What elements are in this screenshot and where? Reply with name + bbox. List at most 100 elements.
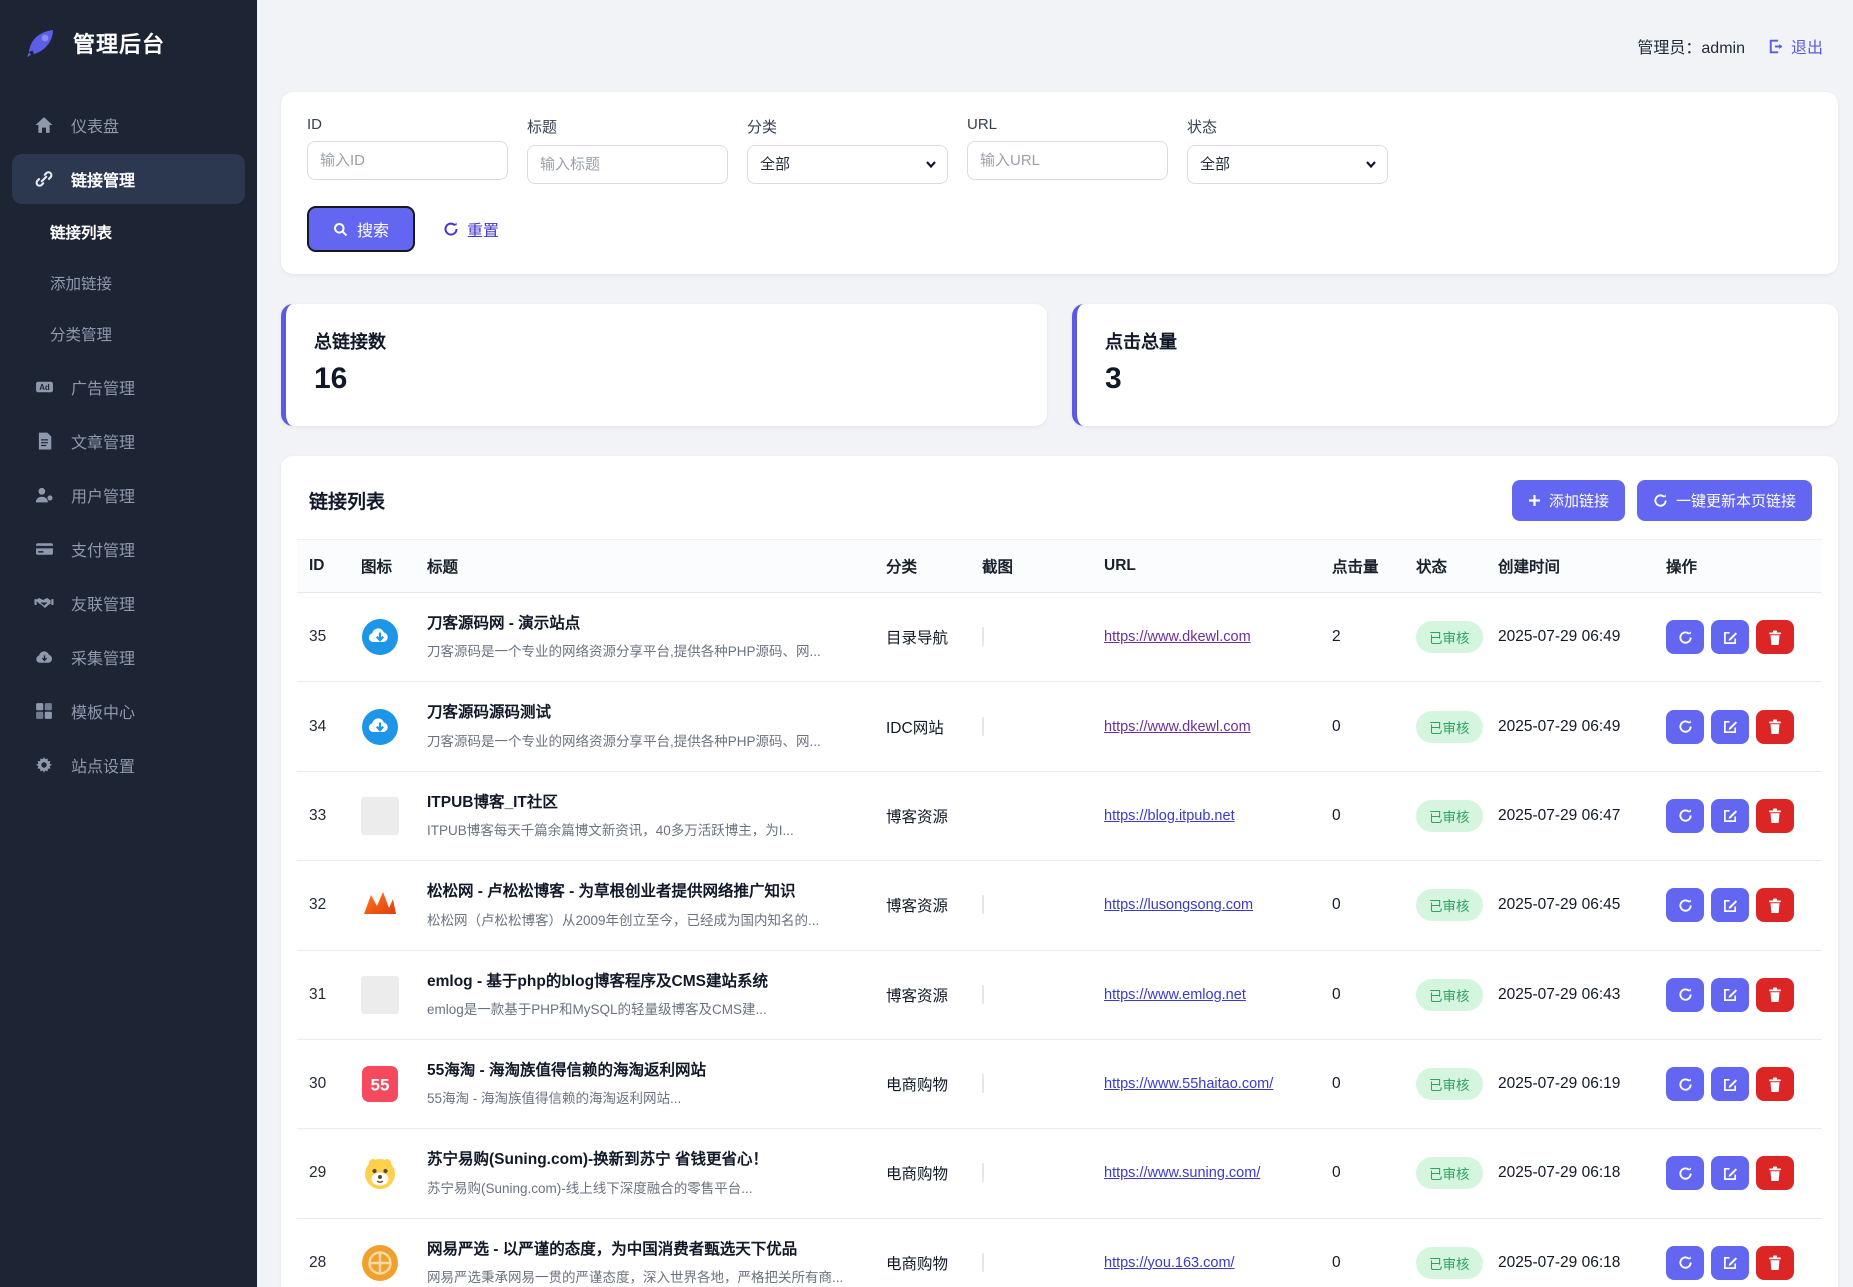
status-badge: 已审核 (1416, 711, 1483, 743)
column-header: 截图 (982, 540, 1104, 592)
row-edit-button[interactable] (1711, 888, 1749, 922)
table-row: 30 55 55海淘 - 海淘族值得信赖的海淘返利网站 55海淘 - 海淘族值得… (297, 1040, 1822, 1129)
category-select[interactable]: 全部 (747, 145, 948, 184)
row-delete-button[interactable] (1756, 710, 1794, 744)
status-select[interactable]: 全部 (1187, 145, 1388, 184)
row-url-link[interactable]: https://www.emlog.net (1104, 987, 1246, 1003)
sidebar-item-site-settings[interactable]: 站点设置 (12, 740, 245, 790)
row-url-link[interactable]: https://www.55haitao.com/ (1104, 1076, 1273, 1092)
home-icon (34, 115, 54, 135)
row-created-time: 2025-07-29 06:18 (1498, 1143, 1666, 1203)
row-url-link[interactable]: https://you.163.com/ (1104, 1255, 1235, 1271)
row-refresh-button[interactable] (1666, 1246, 1704, 1280)
sidebar-subitem-category-management[interactable]: 分类管理 (12, 310, 245, 358)
sidebar-item-ad-management[interactable]: Ad 广告管理 (12, 362, 245, 412)
sidebar-item-friendlink-management[interactable]: 友联管理 (12, 578, 245, 628)
payment-icon (34, 539, 54, 559)
sidebar-item-link-management[interactable]: 链接管理 (12, 154, 245, 204)
yanxuan-icon (361, 1244, 399, 1282)
search-button[interactable]: 搜索 (307, 206, 415, 252)
row-edit-button[interactable] (1711, 1067, 1749, 1101)
status-badge: 已审核 (1416, 1247, 1483, 1279)
row-title: 55海淘 - 海淘族值得信赖的海淘返利网站 (427, 1061, 886, 1080)
row-clicks: 0 (1332, 697, 1416, 757)
row-screenshot (982, 1074, 984, 1093)
row-url-link[interactable]: https://www.dkewl.com (1104, 629, 1251, 645)
logout-button[interactable]: 退出 (1767, 34, 1823, 58)
row-delete-button[interactable] (1756, 620, 1794, 654)
row-delete-button[interactable] (1756, 978, 1794, 1012)
row-clicks: 0 (1332, 965, 1416, 1025)
row-edit-button[interactable] (1711, 978, 1749, 1012)
sidebar-subitem-add-link[interactable]: 添加链接 (12, 259, 245, 307)
table-title: 链接列表 (309, 487, 385, 514)
row-edit-button[interactable] (1711, 620, 1749, 654)
column-header: 标题 (427, 540, 886, 592)
row-delete-button[interactable] (1756, 799, 1794, 833)
main-area: 管理员：admin 退出 ID 标题 (257, 0, 1853, 1287)
row-edit-button[interactable] (1711, 1246, 1749, 1280)
sidebar-nav: 仪表盘 链接管理 链接列表 添加链接 分类管理 Ad 广告管理 文章管理 用户管… (0, 100, 257, 790)
add-link-button[interactable]: 添加链接 (1512, 480, 1625, 521)
row-delete-button[interactable] (1756, 888, 1794, 922)
app-logo: 管理后台 (0, 0, 257, 82)
table-header-row: ID图标标题分类截图URL点击量状态创建时间操作 (297, 539, 1822, 593)
article-icon (34, 431, 54, 451)
sidebar-item-dashboard[interactable]: 仪表盘 (12, 100, 245, 150)
url-input[interactable] (967, 141, 1168, 180)
row-created-time: 2025-07-29 06:43 (1498, 965, 1666, 1025)
row-url-link[interactable]: https://www.dkewl.com (1104, 719, 1251, 735)
row-refresh-button[interactable] (1666, 1156, 1704, 1190)
row-clicks: 0 (1332, 1233, 1416, 1287)
row-edit-button[interactable] (1711, 799, 1749, 833)
haitao55-icon: 55 (361, 1065, 399, 1103)
row-refresh-button[interactable] (1666, 1067, 1704, 1101)
row-title-cell: 55海淘 - 海淘族值得信赖的海淘返利网站 55海淘 - 海淘族值得信赖的海淘返… (427, 1040, 886, 1128)
status-badge: 已审核 (1416, 889, 1483, 921)
row-refresh-button[interactable] (1666, 978, 1704, 1012)
row-url-link[interactable]: https://www.suning.com/ (1104, 1165, 1260, 1181)
row-refresh-button[interactable] (1666, 710, 1704, 744)
row-id: 32 (309, 875, 361, 935)
row-category: 电商购物 (886, 1052, 982, 1116)
gear-icon (34, 755, 54, 775)
svg-text:55: 55 (371, 1076, 390, 1095)
row-clicks: 0 (1332, 875, 1416, 935)
admin-info: 管理员：admin (1637, 34, 1745, 58)
refresh-icon (443, 221, 459, 237)
filter-status: 状态 全部 (1187, 116, 1388, 184)
row-id: 31 (309, 965, 361, 1025)
row-title: emlog - 基于php的blog博客程序及CMS建站系统 (427, 972, 886, 991)
row-refresh-button[interactable] (1666, 888, 1704, 922)
id-input[interactable] (307, 141, 508, 180)
row-delete-button[interactable] (1756, 1067, 1794, 1101)
sidebar-item-collection-management[interactable]: 采集管理 (12, 632, 245, 682)
row-edit-button[interactable] (1711, 1156, 1749, 1190)
app-title: 管理后台 (73, 27, 165, 59)
stat-card-total-links: 总链接数 16 (281, 304, 1047, 426)
sidebar-item-template-center[interactable]: 模板中心 (12, 686, 245, 736)
row-delete-button[interactable] (1756, 1246, 1794, 1280)
sidebar-item-article-management[interactable]: 文章管理 (12, 416, 245, 466)
row-category: 电商购物 (886, 1231, 982, 1287)
reset-button[interactable]: 重置 (443, 217, 499, 241)
refresh-page-links-button[interactable]: 一键更新本页链接 (1637, 480, 1812, 521)
row-refresh-button[interactable] (1666, 620, 1704, 654)
row-id: 34 (309, 697, 361, 757)
row-delete-button[interactable] (1756, 1156, 1794, 1190)
sidebar-subitem-link-list[interactable]: 链接列表 (12, 208, 245, 256)
total-clicks-value: 3 (1105, 362, 1810, 396)
row-screenshot (982, 895, 984, 914)
status-badge: 已审核 (1416, 1157, 1483, 1189)
row-url-link[interactable]: https://lusongsong.com (1104, 897, 1253, 913)
title-input[interactable] (527, 145, 728, 184)
row-url-link[interactable]: https://blog.itpub.net (1104, 808, 1235, 824)
row-subtitle: 苏宁易购(Suning.com)-线上线下深度融合的零售平台... (427, 1177, 886, 1197)
row-edit-button[interactable] (1711, 710, 1749, 744)
row-title-cell: 苏宁易购(Suning.com)-换新到苏宁 省钱更省心！ 苏宁易购(Sunin… (427, 1129, 886, 1217)
column-header: URL (1104, 542, 1332, 590)
sidebar-item-payment-management[interactable]: 支付管理 (12, 524, 245, 574)
row-refresh-button[interactable] (1666, 799, 1704, 833)
row-created-time: 2025-07-29 06:49 (1498, 697, 1666, 757)
sidebar-item-user-management[interactable]: 用户管理 (12, 470, 245, 520)
